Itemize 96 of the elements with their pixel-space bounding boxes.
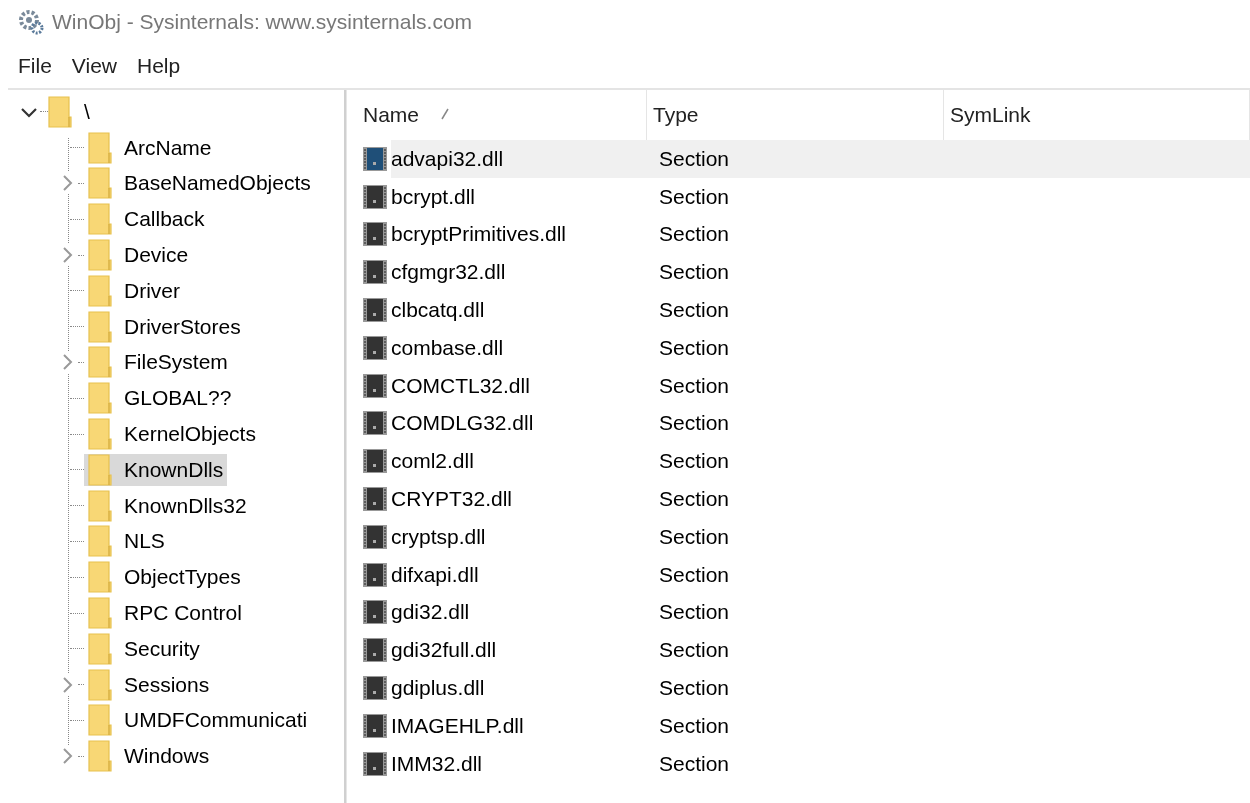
table-cell[interactable]: difxapi.dll	[391, 562, 479, 587]
tree-item[interactable]: Driver	[120, 277, 184, 304]
chip-icon	[363, 638, 387, 663]
tree-item[interactable]: \	[80, 98, 94, 125]
column-header[interactable]: Name	[363, 103, 420, 127]
tree-item[interactable]: Windows	[120, 743, 214, 770]
chip-icon	[363, 676, 387, 701]
tree-item[interactable]: NLS	[120, 528, 169, 555]
table-cell: Section	[659, 373, 730, 398]
table-cell[interactable]: gdi32.dll	[391, 600, 470, 625]
folder-icon	[88, 167, 112, 200]
table-cell[interactable]: cfgmgr32.dll	[391, 260, 506, 285]
folder-icon	[88, 561, 112, 594]
chip-icon	[363, 184, 387, 209]
table-cell: Section	[659, 562, 730, 587]
folder-icon	[88, 418, 112, 451]
table-cell[interactable]: bcrypt.dll	[391, 184, 476, 209]
folder-icon	[88, 346, 112, 379]
tree-item[interactable]: KernelObjects	[120, 421, 260, 448]
tree-item[interactable]: UMDFCommunicati	[120, 707, 312, 734]
table-cell: Section	[659, 335, 730, 360]
table-cell[interactable]: gdi32full.dll	[391, 638, 497, 663]
table-cell[interactable]: COMDLG32.dll	[391, 411, 534, 436]
folder-icon	[88, 632, 112, 665]
chip-icon	[363, 524, 387, 549]
table-cell[interactable]: cryptsp.dll	[391, 524, 486, 549]
chip-icon	[363, 222, 387, 247]
sort-indicator-icon	[441, 108, 450, 120]
menu-item[interactable]: Help	[129, 54, 189, 78]
folder-icon	[88, 131, 112, 164]
chip-icon	[363, 713, 387, 738]
folder-icon	[88, 453, 112, 486]
window-title: WinObj - Sysinternals: www.sysinternals.com	[52, 10, 473, 34]
table-cell: Section	[659, 260, 730, 285]
menu-item[interactable]: File	[10, 54, 60, 78]
chip-icon	[363, 600, 387, 625]
gears-icon	[18, 9, 44, 35]
folder-icon	[88, 274, 112, 307]
chip-icon	[363, 335, 387, 360]
table-cell: Section	[659, 411, 730, 436]
tree-item[interactable]: FileSystem	[120, 349, 232, 376]
tree-item[interactable]: BaseNamedObjects	[120, 170, 315, 197]
table-cell: Section	[659, 184, 730, 209]
folder-icon	[88, 310, 112, 343]
tree-item[interactable]: Sessions	[120, 671, 214, 698]
chip-icon	[363, 411, 387, 436]
folder-icon	[88, 704, 112, 737]
folder-icon	[88, 525, 112, 558]
table-cell: Section	[659, 713, 730, 738]
tree-item[interactable]: Callback	[120, 206, 209, 233]
folder-icon	[88, 239, 112, 272]
folder-icon	[88, 489, 112, 522]
tree-item[interactable]: Device	[120, 242, 193, 269]
tree-item[interactable]: KnownDlls32	[120, 492, 251, 519]
chip-icon	[363, 373, 387, 398]
tree-item[interactable]: ArcName	[120, 134, 216, 161]
table-cell: Section	[659, 524, 730, 549]
chip-icon	[363, 751, 387, 776]
table-cell: Section	[659, 638, 730, 663]
table-cell: Section	[659, 298, 730, 323]
table-cell[interactable]: IMAGEHLP.dll	[391, 713, 524, 738]
table-cell: Section	[659, 449, 730, 474]
folder-icon	[48, 95, 72, 128]
table-cell: Section	[659, 487, 730, 512]
tree-item[interactable]: DriverStores	[120, 313, 245, 340]
table-cell[interactable]: gdiplus.dll	[391, 676, 485, 701]
chip-icon	[363, 487, 387, 512]
table-cell[interactable]: bcryptPrimitives.dll	[391, 222, 567, 247]
chip-icon	[363, 562, 387, 587]
table-cell[interactable]: CRYPT32.dll	[391, 487, 512, 512]
table-cell: Section	[659, 146, 730, 171]
folder-icon	[88, 740, 112, 773]
column-header[interactable]: Type	[653, 103, 699, 127]
chip-icon	[363, 260, 387, 285]
menu-item[interactable]: View	[63, 54, 125, 78]
folder-icon	[88, 203, 112, 236]
table-cell[interactable]: clbcatq.dll	[391, 298, 485, 323]
folder-icon	[88, 382, 112, 415]
table-cell: Section	[659, 600, 730, 625]
folder-icon	[88, 597, 112, 630]
table-cell[interactable]: IMM32.dll	[391, 751, 483, 776]
tree-item[interactable]: RPC Control	[120, 600, 246, 627]
column-header[interactable]: SymLink	[950, 103, 1031, 127]
table-cell: Section	[659, 222, 730, 247]
table-cell: Section	[659, 676, 730, 701]
chip-icon	[363, 449, 387, 474]
chip-icon	[363, 146, 387, 171]
folder-icon	[88, 668, 112, 701]
chip-icon	[363, 298, 387, 323]
table-cell[interactable]: COMCTL32.dll	[391, 373, 530, 398]
tree-item[interactable]: Security	[120, 635, 204, 662]
table-cell[interactable]: coml2.dll	[391, 449, 474, 474]
table-cell[interactable]: combase.dll	[391, 335, 504, 360]
tree-item[interactable]: GLOBAL??	[120, 385, 236, 412]
tree-item[interactable]: ObjectTypes	[120, 564, 245, 591]
table-cell: Section	[659, 751, 730, 776]
